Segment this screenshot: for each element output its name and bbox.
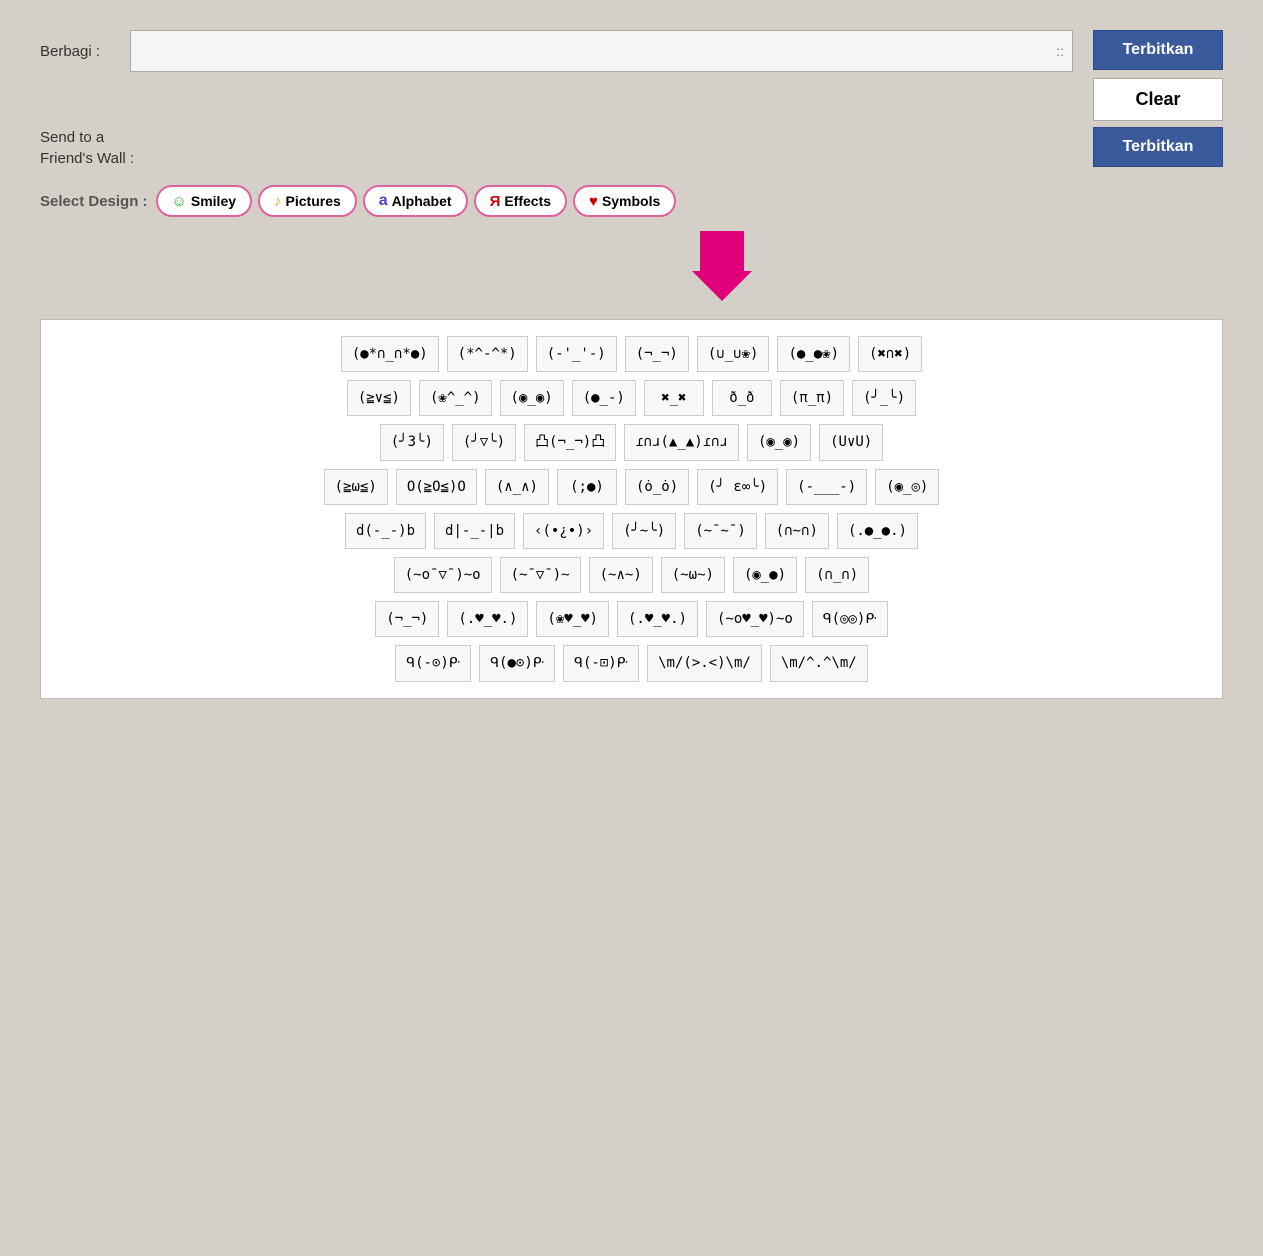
send-section: Send to aFriend's Wall : Terbitkan — [40, 127, 1223, 169]
emoji-btn[interactable]: (.♥_♥.) — [617, 601, 698, 637]
arrow-indicator — [220, 231, 1223, 311]
send-spacer: Send to aFriend's Wall : — [40, 127, 557, 169]
emoji-btn[interactable]: (¬_¬) — [375, 601, 439, 637]
emoji-btn[interactable]: ᑫ(◎◎)ᑷ — [812, 601, 888, 637]
tab-alphabet[interactable]: a Alphabet — [363, 185, 468, 217]
emoji-btn[interactable]: (≧∨≦) — [347, 380, 411, 416]
tab-effects-label: Effects — [504, 193, 551, 209]
emoji-btn[interactable]: (◉_◎) — [875, 469, 939, 505]
emoji-btn[interactable]: (-'_'-) — [536, 336, 617, 372]
emoji-btn[interactable]: ð_ð — [712, 380, 772, 416]
main-container: Berbagi : Terbitkan Clear Send to aFrien… — [20, 20, 1243, 709]
emoji-btn[interactable]: (π_π) — [780, 380, 844, 416]
emoji-btn[interactable]: \m/(>.<)\m/ — [647, 645, 762, 681]
emoji-row-3: (╯3╰) (╯▽╰) 凸(¬_¬)凸 ɾ∩ɹ(▲_▲)ɾ∩ɹ (◉_◉) (U… — [57, 424, 1206, 460]
emoji-grid: (●*∩_∩*●) (*^-^*) (-'_'-) (¬_¬) (∪_∪❀) (… — [40, 319, 1223, 699]
tab-symbols[interactable]: ♥ Symbols — [573, 185, 676, 217]
emoji-btn[interactable]: (-___-) — [786, 469, 867, 505]
emoji-btn[interactable]: (.●_●.) — [837, 513, 918, 549]
emoji-row-7: (¬_¬) (.♥_♥.) (❀♥_♥) (.♥_♥.) (~o♥_♥)~o ᑫ… — [57, 601, 1206, 637]
emoji-btn[interactable]: (ȯ_ȯ) — [625, 469, 689, 505]
emoji-row-4: (≧ω≦) O(≧O≦)O (∧_∧) (;●) (ȯ_ȯ) (╯ ε∞╰) (… — [57, 469, 1206, 505]
alphabet-icon: a — [379, 192, 388, 210]
emoji-btn[interactable]: (◉_◉) — [500, 380, 564, 416]
emoji-btn[interactable]: (╯ ε∞╰) — [697, 469, 778, 505]
emoji-btn[interactable]: (╯3╰) — [380, 424, 444, 460]
emoji-btn[interactable]: (~o♥_♥)~o — [706, 601, 804, 637]
emoji-btn[interactable]: (●_●❀) — [777, 336, 850, 372]
clear-button[interactable]: Clear — [1093, 78, 1223, 121]
smiley-icon: ☺ — [172, 193, 187, 210]
emoji-btn[interactable]: ᑫ(-⊙)ᑷ — [395, 645, 471, 681]
tab-effects[interactable]: Я Effects — [474, 185, 567, 217]
emoji-btn[interactable]: O(≧O≦)O — [396, 469, 477, 505]
terbitkan-button-2[interactable]: Terbitkan — [1093, 127, 1223, 167]
terbitkan-button-1[interactable]: Terbitkan — [1093, 30, 1223, 70]
emoji-btn[interactable]: (≧ω≦) — [324, 469, 388, 505]
select-design-label: Select Design : — [40, 193, 148, 210]
emoji-row-1: (●*∩_∩*●) (*^-^*) (-'_'-) (¬_¬) (∪_∪❀) (… — [57, 336, 1206, 372]
emoji-btn[interactable]: ᑫ(●⊙)ᑷ — [479, 645, 555, 681]
emoji-btn[interactable]: (╯▽╰) — [452, 424, 516, 460]
tab-symbols-label: Symbols — [602, 193, 660, 209]
emoji-btn[interactable]: ɾ∩ɹ(▲_▲)ɾ∩ɹ — [624, 424, 739, 460]
tab-pictures[interactable]: ♪ Pictures — [258, 185, 357, 217]
emoji-row-8: ᑫ(-⊙)ᑷ ᑫ(●⊙)ᑷ ᑫ(-⊡)ᑷ \m/(>.<)\m/ \m/^.^\… — [57, 645, 1206, 681]
emoji-btn[interactable]: ✖_✖ — [644, 380, 704, 416]
emoji-btn[interactable]: (*^-^*) — [447, 336, 528, 372]
symbols-icon: ♥ — [589, 193, 598, 210]
emoji-btn[interactable]: (∩_∩) — [805, 557, 869, 593]
emoji-btn[interactable]: (╯∼╰) — [612, 513, 676, 549]
emoji-btn[interactable]: ‹(•¿•)› — [523, 513, 604, 549]
arrow-down-icon — [692, 231, 752, 311]
design-tabs: ☺ Smiley ♪ Pictures a Alphabet Я Effects… — [156, 185, 677, 217]
emoji-btn[interactable]: (~¯▽¯)~ — [500, 557, 581, 593]
tab-smiley[interactable]: ☺ Smiley — [156, 185, 252, 217]
emoji-btn[interactable]: (∪_∪❀) — [697, 336, 770, 372]
emoji-btn[interactable]: (¬_¬) — [625, 336, 689, 372]
effects-icon: Я — [490, 193, 501, 210]
emoji-btn[interactable]: (◉_◉) — [747, 424, 811, 460]
emoji-btn[interactable]: (U∨U) — [819, 424, 883, 460]
emoji-btn[interactable]: (╯_╰) — [852, 380, 916, 416]
emoji-btn[interactable]: ᑫ(-⊡)ᑷ — [563, 645, 639, 681]
emoji-btn[interactable]: (●_-) — [572, 380, 636, 416]
emoji-row-2: (≧∨≦) (❀^_^) (◉_◉) (●_-) ✖_✖ ð_ð (π_π) (… — [57, 380, 1206, 416]
tab-smiley-label: Smiley — [191, 193, 236, 209]
emoji-btn[interactable]: d(-_-)b — [345, 513, 426, 549]
emoji-btn[interactable]: (.♥_♥.) — [447, 601, 528, 637]
emoji-btn[interactable]: (●*∩_∩*●) — [341, 336, 439, 372]
share-input[interactable] — [130, 30, 1073, 72]
emoji-btn[interactable]: (∧_∧) — [485, 469, 549, 505]
emoji-btn[interactable]: (∩∼∩) — [765, 513, 829, 549]
emoji-btn[interactable]: (~∧~) — [589, 557, 653, 593]
emoji-btn[interactable]: (❀♥_♥) — [536, 601, 609, 637]
emoji-row-5: d(-_-)b d|-_-|b ‹(•¿•)› (╯∼╰) (~¯∼¯) (∩∼… — [57, 513, 1206, 549]
select-design-row: Select Design : ☺ Smiley ♪ Pictures a Al… — [40, 185, 1223, 217]
emoji-btn[interactable]: (✖∩✖) — [858, 336, 922, 372]
share-input-area: Berbagi : — [40, 30, 1073, 72]
send-label: Send to aFriend's Wall : — [40, 129, 134, 167]
share-section: Berbagi : Terbitkan Clear — [40, 30, 1223, 121]
emoji-btn[interactable]: (❀^_^) — [419, 380, 492, 416]
emoji-btn[interactable]: (~o¯▽¯)~o — [394, 557, 492, 593]
tab-pictures-label: Pictures — [286, 193, 341, 209]
share-label: Berbagi : — [40, 43, 120, 60]
emoji-btn[interactable]: (~ω~) — [661, 557, 725, 593]
tab-alphabet-label: Alphabet — [392, 193, 452, 209]
emoji-btn[interactable]: 凸(¬_¬)凸 — [524, 424, 616, 460]
emoji-btn[interactable]: \m/^.^\m/ — [770, 645, 868, 681]
emoji-btn[interactable]: (;●) — [557, 469, 617, 505]
emoji-row-6: (~o¯▽¯)~o (~¯▽¯)~ (~∧~) (~ω~) (◉_●) (∩_∩… — [57, 557, 1206, 593]
right-buttons: Terbitkan Clear — [1093, 30, 1223, 121]
pictures-icon: ♪ — [274, 193, 282, 210]
emoji-btn[interactable]: (◉_●) — [733, 557, 797, 593]
emoji-btn[interactable]: (~¯∼¯) — [684, 513, 757, 549]
emoji-btn[interactable]: d|-_-|b — [434, 513, 515, 549]
